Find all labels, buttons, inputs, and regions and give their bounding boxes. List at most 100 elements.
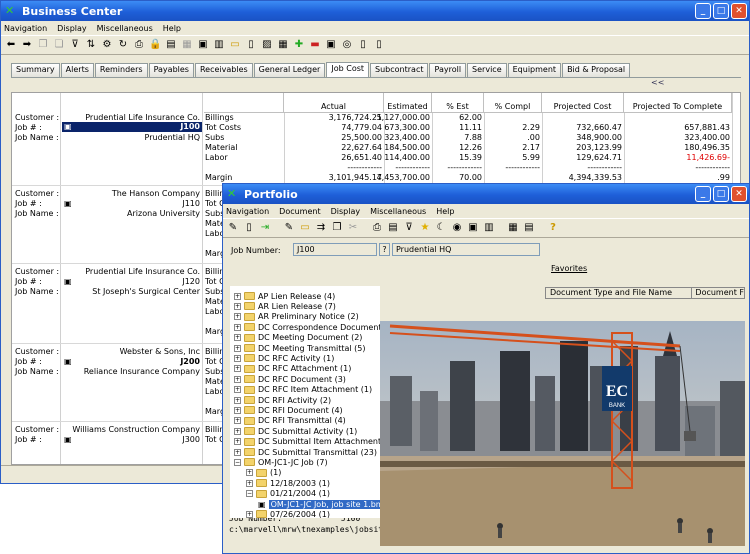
print-icon[interactable]: ⎙ — [133, 39, 145, 51]
tree-item[interactable]: + DC Submittal Transmittal (23) — [234, 447, 377, 457]
tree-item[interactable]: +07/26/2004 (1) — [246, 509, 330, 518]
minimize-button[interactable]: _ — [695, 3, 711, 19]
close-button[interactable]: ✕ — [731, 3, 747, 19]
chart-icon[interactable]: ▨ — [261, 39, 273, 51]
expand-icon[interactable]: + — [234, 417, 241, 425]
minimize-button[interactable]: _ — [695, 186, 711, 202]
help-icon[interactable]: ? — [547, 222, 559, 234]
header-doc-type[interactable]: Document Type and File Name — [546, 288, 693, 298]
tab-service[interactable]: Service — [467, 63, 507, 77]
tab-reminders[interactable]: Reminders — [94, 63, 148, 77]
note-icon[interactable]: ▯ — [357, 39, 369, 51]
tree-item[interactable]: + AP Lien Release (4) — [234, 291, 335, 301]
exit-icon[interactable]: ⇥ — [259, 222, 271, 234]
save-icon[interactable]: ▣ — [197, 39, 209, 51]
paste-icon[interactable]: ❏ — [53, 39, 65, 51]
new-document-icon[interactable]: ▯ — [373, 39, 385, 51]
cut-icon[interactable]: ✂ — [347, 222, 359, 234]
tab-summary[interactable]: Summary — [11, 63, 60, 77]
copy-icon[interactable]: ❐ — [331, 222, 343, 234]
open-icon[interactable]: ▤ — [165, 39, 177, 51]
tree-item[interactable]: + DC RFI Transmittal (4) — [234, 416, 346, 426]
lock-icon[interactable]: 🔒 — [149, 39, 161, 51]
expand-icon[interactable]: + — [234, 438, 241, 446]
header-doc-f[interactable]: Document F — [692, 288, 744, 298]
grid-icon[interactable]: ▦ — [181, 39, 193, 51]
zoom-icon[interactable]: ◎ — [341, 39, 353, 51]
view-icon[interactable]: ◉ — [451, 222, 463, 234]
print-icon[interactable]: ⎙ — [371, 222, 383, 234]
portfolio-titlebar[interactable]: ✕ Portfolio _ □ ✕ — [223, 184, 749, 204]
expand-icon[interactable]: + — [234, 292, 241, 300]
document-icon[interactable]: ▯ — [243, 222, 255, 234]
expand-icon[interactable]: + — [246, 479, 253, 487]
tree-item[interactable]: + AR Lien Release (7) — [234, 301, 336, 311]
properties-icon[interactable]: ▦ — [507, 222, 519, 234]
open-folder-icon[interactable]: ▭ — [299, 222, 311, 234]
image-icon[interactable]: ▥ — [483, 222, 495, 234]
settings-icon[interactable]: ⚙ — [101, 39, 113, 51]
menu-display[interactable]: Display — [331, 207, 361, 216]
copy-icon[interactable]: ❐ — [37, 39, 49, 51]
expand-icon[interactable]: + — [234, 313, 241, 321]
expand-icon[interactable]: + — [234, 375, 241, 383]
back-arrow-icon[interactable]: ⬅ — [5, 39, 17, 51]
expand-icon[interactable]: + — [234, 448, 241, 456]
collapse-button[interactable]: << — [651, 78, 664, 87]
tree-item[interactable]: +12/18/2003 (1) — [246, 478, 330, 488]
refresh-icon[interactable]: ↻ — [117, 39, 129, 51]
expand-icon[interactable]: + — [234, 334, 241, 342]
add-icon[interactable]: ✚ — [293, 39, 305, 51]
pencil-icon[interactable]: ✎ — [283, 222, 295, 234]
filter-icon[interactable]: ⊽ — [403, 222, 415, 234]
menu-miscellaneous[interactable]: Miscellaneous — [97, 24, 153, 33]
maximize-button[interactable]: □ — [713, 186, 729, 202]
lookup-icon[interactable]: ▣ — [64, 122, 72, 132]
tab-payroll[interactable]: Payroll — [429, 63, 467, 77]
tab-job-cost[interactable]: Job Cost — [326, 62, 370, 77]
star-icon[interactable]: ★ — [419, 222, 431, 234]
tree-item[interactable]: + AR Preliminary Notice (2) — [234, 312, 359, 322]
tab-payables[interactable]: Payables — [148, 63, 194, 77]
menu-display[interactable]: Display — [57, 24, 87, 33]
tree-item[interactable]: ▣ OM-JC1-JC Job, job site 1.bmp — [258, 499, 380, 509]
scan-icon[interactable]: ▣ — [467, 222, 479, 234]
tree-item[interactable]: + DC RFC Document (3) — [234, 374, 346, 384]
menu-navigation[interactable]: Navigation — [226, 207, 269, 216]
expand-icon[interactable]: + — [234, 323, 241, 331]
maximize-button[interactable]: □ — [713, 3, 729, 19]
collapse-icon[interactable]: − — [246, 490, 253, 498]
header-projected-cost[interactable]: Projected Cost — [542, 93, 624, 113]
folder-icon[interactable]: ▭ — [229, 39, 241, 51]
menu-navigation[interactable]: Navigation — [4, 24, 47, 33]
favorites-link[interactable]: Favorites — [551, 264, 587, 274]
forward-arrow-icon[interactable]: ➡ — [21, 39, 33, 51]
header-pct-compl[interactable]: % Compl — [484, 93, 542, 113]
expand-icon[interactable]: + — [234, 386, 241, 394]
move-icon[interactable]: ⇉ — [315, 222, 327, 234]
expand-icon[interactable]: + — [246, 469, 253, 477]
expand-icon[interactable]: + — [234, 365, 241, 373]
header-projected-to-complete[interactable]: Projected To Complete — [624, 93, 732, 113]
tree-item[interactable]: + DC Submittal Item Attachment (3) — [234, 437, 380, 447]
tab-general-ledger[interactable]: General Ledger — [253, 63, 326, 77]
tree-item[interactable]: + DC RFI Document (4) — [234, 405, 343, 415]
tab-alerts[interactable]: Alerts — [60, 63, 94, 77]
sort-icon[interactable]: ⇅ — [85, 39, 97, 51]
report-icon[interactable]: ▥ — [213, 39, 225, 51]
edit-icon[interactable]: ✎ — [227, 222, 239, 234]
business-center-titlebar[interactable]: ✕ Business Center _ □ ✕ — [1, 1, 749, 21]
header-actual[interactable]: Actual — [284, 93, 384, 113]
expand-icon[interactable]: + — [234, 406, 241, 414]
tree-item[interactable]: − OM-JC1-JC Job (7) — [234, 457, 328, 467]
tree-item[interactable]: + DC Meeting Transmittal (5) — [234, 343, 366, 353]
link-icon[interactable]: ☾ — [435, 222, 447, 234]
tab-bid-proposal[interactable]: Bid & Proposal — [562, 63, 631, 77]
tree-item[interactable]: + DC RFC Item Attachment (1) — [234, 385, 372, 395]
job-number-field[interactable]: J100 — [293, 243, 377, 256]
tab-subcontract[interactable]: Subcontract — [370, 63, 429, 77]
collapse-icon[interactable]: − — [234, 458, 241, 466]
menu-document[interactable]: Document — [279, 207, 320, 216]
tree-item[interactable]: + DC Submittal Activity (1) — [234, 426, 357, 436]
tab-equipment[interactable]: Equipment — [507, 63, 562, 77]
